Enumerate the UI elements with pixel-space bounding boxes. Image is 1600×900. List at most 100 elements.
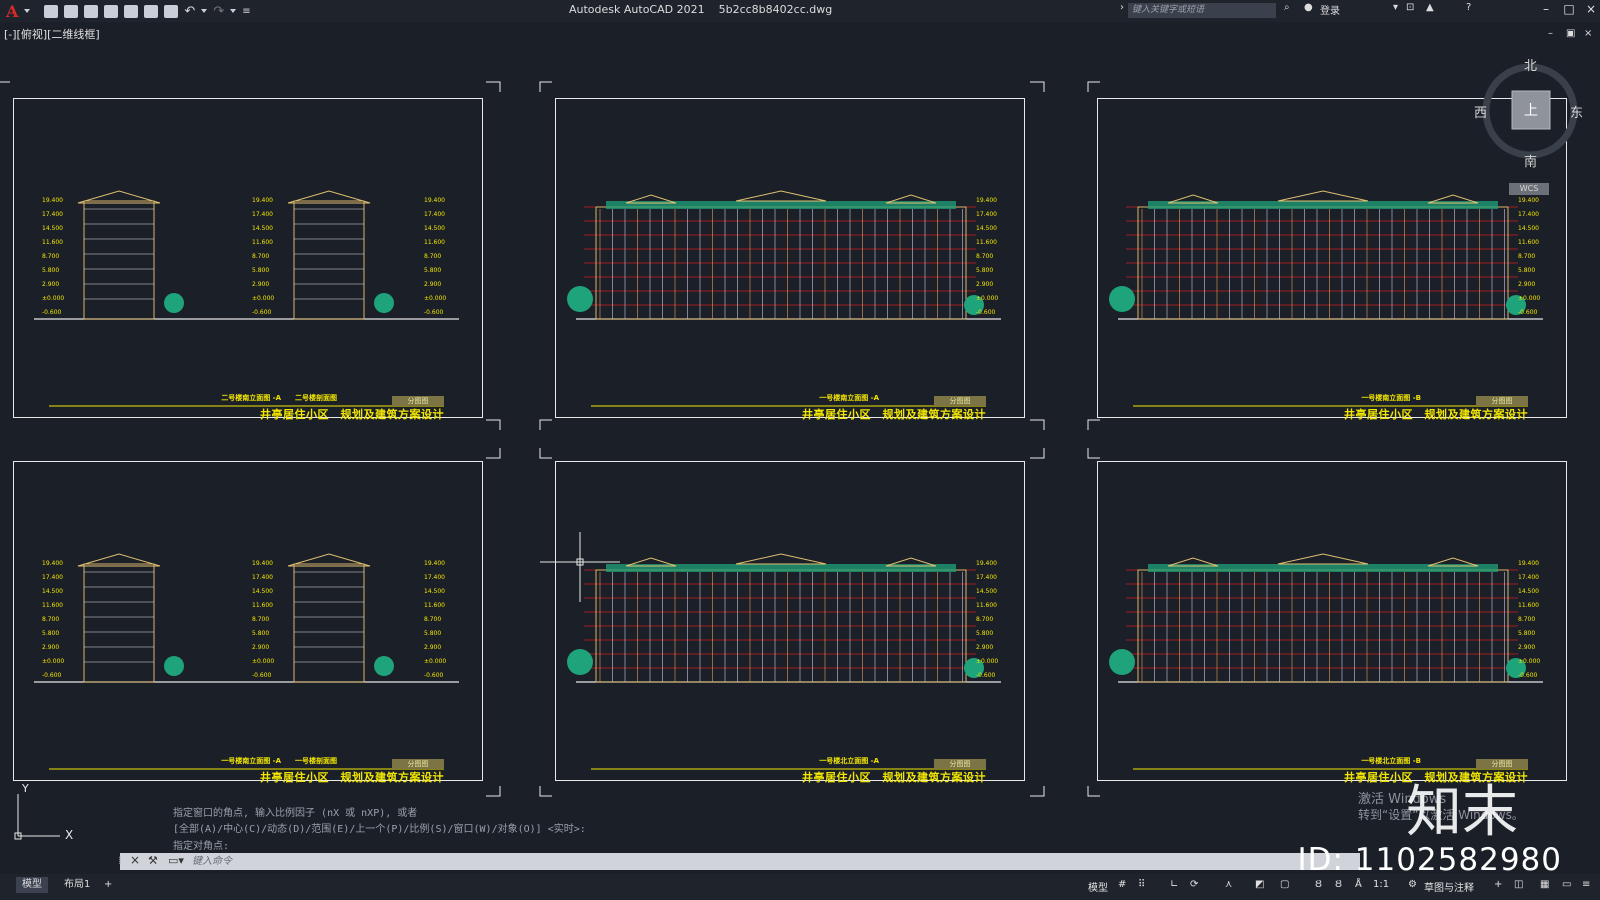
level-label: 17.400 [424,574,445,581]
ortho-icon[interactable]: ∟ [1170,879,1178,890]
chevron-down-icon[interactable] [24,9,31,13]
level-label: 17.400 [42,574,63,581]
level-label: 2.900 [42,644,60,651]
command-history-line: 指定对角点: [173,841,230,852]
compass-south[interactable]: 南 [1524,151,1537,170]
compass-east[interactable]: 东 [1570,102,1583,121]
undo-icon[interactable]: ↶ [184,4,195,19]
a360-icon[interactable]: ▲ [1426,2,1434,13]
chevron-down-icon[interactable] [230,9,237,13]
level-label: 19.400 [42,560,63,567]
auto-scale-icon[interactable]: Ȣ [1335,879,1342,890]
viewcube-face-top[interactable]: 上 [1524,100,1538,120]
layout-tab[interactable]: 模型 [16,877,48,893]
login-link[interactable]: 登录 [1320,2,1340,17]
close-icon[interactable]: × [130,853,140,867]
save-icon[interactable] [84,4,99,18]
wrench-icon[interactable]: ⚒ [148,854,158,867]
chevron-down-icon[interactable] [201,9,208,13]
hardware-acceleration-icon[interactable]: ▦ [1540,879,1549,890]
publish-icon[interactable] [124,4,139,18]
annotation-visibility-icon[interactable]: Ȣ [1315,879,1322,890]
model-space-toggle[interactable]: 模型 [1088,879,1108,894]
isolate-objects-icon[interactable]: ◫ [1514,879,1523,890]
sheet-badge: 分图图 [934,759,986,769]
level-label: 19.400 [42,197,63,204]
level-label: 11.600 [252,239,273,246]
new-file-icon[interactable] [44,4,59,18]
elevation-drawing [34,190,459,407]
add-layout-button[interactable]: + [98,877,118,893]
redo-icon[interactable]: ↷ [213,4,224,19]
level-label: 14.500 [1518,588,1539,595]
level-label: 8.700 [976,616,994,623]
sheet-caption: 一号楼北立面图 -B [1361,757,1421,765]
project-title: 井亭居住小区 规划及建筑方案设计 [1344,408,1528,421]
user-icon[interactable]: ● [1304,2,1313,13]
level-label: 14.500 [252,588,273,595]
level-label: 8.700 [252,616,270,623]
help-icon[interactable]: ? [1466,2,1471,13]
level-label: 8.700 [42,253,60,260]
level-label: 5.800 [976,630,994,637]
compass-west[interactable]: 西 [1474,102,1487,121]
level-label: 19.400 [1518,560,1539,567]
plus-icon[interactable]: + [1494,879,1502,890]
drawing-minimize-icon[interactable]: – [1548,28,1553,39]
level-label: 5.800 [252,267,270,274]
level-label: 2.900 [1518,281,1536,288]
polar-icon[interactable]: ⟳ [1190,879,1198,890]
drawing-canvas[interactable]: Y X 19.400 17.400 14.500 11.600 8.700 5.800 2.… [0,44,1600,854]
level-label: ±0.000 [424,295,447,302]
app-menu-button[interactable]: A [6,2,18,21]
drawing-restore-icon[interactable]: ▣ [1566,28,1575,39]
level-label: 14.500 [252,225,273,232]
workspace-switch[interactable]: 草图与注释 [1424,879,1474,894]
level-label: 17.400 [252,211,273,218]
sheet-caption: 一号楼南立面图 -B [1361,394,1421,402]
sheet-caption: 二号楼南立面图 -A 二号楼剖面图 [221,394,337,402]
level-label: 14.500 [42,588,63,595]
customize-toolbar-icon[interactable]: ≡ [242,6,250,17]
level-label: 11.600 [424,602,445,609]
save-as-icon[interactable] [104,4,119,18]
command-line[interactable]: ⁞ × ⚒ ▭▾ 键入命令 [118,853,1360,870]
ucs-y-label: Y [21,782,29,795]
annotation-scale-icon[interactable]: Å [1355,879,1362,890]
level-label: 17.400 [976,574,997,581]
level-label: 2.900 [252,644,270,651]
object-snap-icon[interactable]: ◩ [1255,879,1264,890]
layout-tab[interactable]: 布局1 [58,877,96,893]
close-icon[interactable]: × [1585,3,1597,15]
snap-icon[interactable]: ⠿ [1138,879,1145,890]
isodraft-icon[interactable]: ⋏ [1225,879,1232,890]
grid-icon[interactable]: # [1118,879,1126,890]
minimize-icon[interactable]: – [1540,3,1552,15]
drawing-close-icon[interactable]: × [1584,28,1592,39]
open-folder-icon[interactable] [64,4,79,18]
cart-icon[interactable]: ⊡ [1406,2,1414,13]
command-input[interactable]: 键入命令 [192,854,1352,869]
search-icon[interactable]: ⌕ [1284,2,1290,13]
recent-commands-icon[interactable]: ▭▾ [168,854,184,867]
clean-screen-icon[interactable]: ▭ [1562,879,1571,890]
annotation-scale[interactable]: 1:1 [1373,879,1389,890]
chevron-right-icon[interactable]: › [1120,2,1124,13]
plot-preview-icon[interactable] [144,4,159,18]
grip-icon[interactable]: ⁞ [118,854,122,867]
level-label: 14.500 [976,588,997,595]
viewcube[interactable]: 北 南 西 东 上 WCS [1474,59,1583,197]
level-label: 5.800 [976,267,994,274]
wcs-menu[interactable]: WCS [1509,183,1549,195]
search-input[interactable]: 键入关键字或短语 [1128,3,1276,18]
maximize-icon[interactable]: □ [1563,3,1575,15]
level-label: 8.700 [1518,253,1536,260]
customization-menu-icon[interactable]: ≡ [1582,879,1590,890]
compass-north[interactable]: 北 [1524,55,1537,74]
gear-icon[interactable]: ⚙ [1408,879,1417,890]
selection-cycling-icon[interactable]: ▢ [1280,879,1289,890]
chevron-down-icon[interactable]: ▾ [1393,2,1398,13]
level-label: 11.600 [42,239,63,246]
print-icon[interactable] [164,4,179,18]
viewport-controls[interactable]: [-][俯视][二维线框] [4,26,100,42]
